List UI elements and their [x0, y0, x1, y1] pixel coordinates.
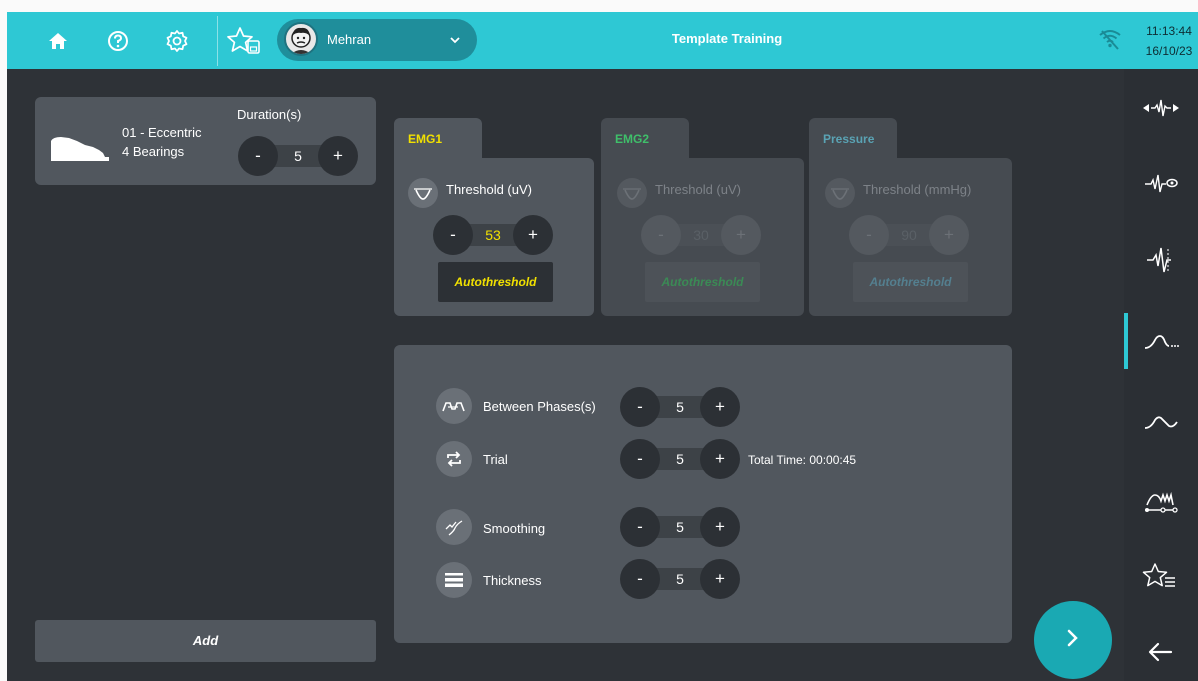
between-phases-stepper: - 5 +	[620, 387, 742, 427]
page-title: Template Training	[671, 31, 783, 46]
plus-button[interactable]: +	[513, 215, 553, 255]
threshold-label: Threshold (uV)	[446, 182, 532, 197]
curve-icon[interactable]	[1124, 395, 1198, 449]
home-icon[interactable]	[43, 12, 73, 69]
threshold-value: 53	[485, 227, 501, 243]
template-icon[interactable]	[1124, 315, 1198, 369]
emg2-threshold-stepper: - 30 +	[641, 215, 763, 255]
clock: 11:13:44 16/10/23	[1140, 21, 1198, 61]
wifi-off-icon	[1097, 26, 1123, 57]
autothreshold-button[interactable]: Autothreshold	[853, 262, 968, 302]
phase-subtitle: 4 Bearings	[122, 144, 185, 159]
help-icon[interactable]	[103, 12, 133, 69]
smoothing-label: Smoothing	[483, 521, 546, 536]
thickness-label: Thickness	[483, 573, 542, 588]
plus-button[interactable]: +	[721, 215, 761, 255]
autothreshold-button[interactable]: Autothreshold	[645, 262, 760, 302]
phase-card[interactable]: 01 - Eccentric 4 Bearings Duration(s) - …	[35, 97, 376, 185]
tab-emg1[interactable]: EMG1	[394, 118, 482, 162]
plus-button[interactable]: +	[700, 559, 740, 599]
threshold-label: Threshold (uV)	[655, 182, 741, 197]
date: 16/10/23	[1145, 44, 1193, 58]
add-button[interactable]: Add	[35, 620, 376, 662]
duration-value: 5	[294, 148, 302, 164]
divider	[217, 16, 218, 66]
threshold-value: 30	[693, 227, 709, 243]
pressure-threshold-stepper: - 90 +	[849, 215, 971, 255]
smoothing-stepper: - 5 +	[620, 507, 742, 547]
smoothing-icon	[436, 509, 472, 545]
settings-icon[interactable]	[162, 12, 192, 69]
plus-button[interactable]: +	[929, 215, 969, 255]
thickness-value: 5	[676, 571, 684, 587]
multi-phase-icon[interactable]	[1124, 475, 1198, 529]
pressure-panel: Threshold (mmHg) - 90 + Autothreshold	[809, 158, 1012, 316]
next-button[interactable]	[1034, 601, 1112, 679]
minus-button[interactable]: -	[620, 387, 660, 427]
thickness-stepper: - 5 +	[620, 559, 742, 599]
emg1-panel: Threshold (uV) - 53 + Autothreshold	[394, 158, 594, 316]
threshold-icon	[408, 178, 438, 208]
total-time: Total Time: 00:00:45	[748, 453, 857, 467]
between-phases-icon	[436, 388, 472, 424]
top-bar: Mehran Template Training 11:13:44 16/10/…	[7, 12, 1198, 69]
plus-button[interactable]: +	[700, 387, 740, 427]
emg1-threshold-stepper: - 53 +	[433, 215, 553, 255]
back-arrow-icon[interactable]	[1124, 625, 1198, 679]
user-name: Mehran	[327, 32, 372, 47]
duration-label: Duration(s)	[237, 107, 302, 122]
right-sidebar	[1124, 69, 1198, 681]
minus-button[interactable]: -	[620, 559, 660, 599]
emg-trigger-icon[interactable]	[1124, 81, 1198, 135]
minus-button[interactable]: -	[849, 215, 889, 255]
avatar	[284, 22, 318, 56]
threshold-icon	[825, 178, 855, 208]
tab-pressure[interactable]: Pressure	[809, 118, 897, 162]
phase-name: 01 - Eccentric	[122, 125, 202, 140]
between-phases-label: Between Phases(s)	[483, 399, 596, 414]
minus-button[interactable]: -	[620, 439, 660, 479]
favorites-list-icon[interactable]	[1124, 549, 1198, 603]
settings-panel: Between Phases(s) - 5 + Trial - 5 + Tota…	[394, 345, 1012, 643]
user-selector[interactable]: Mehran	[277, 19, 477, 61]
autothreshold-button[interactable]: Autothreshold	[438, 262, 553, 302]
threshold-value: 90	[901, 227, 917, 243]
plus-button[interactable]: +	[318, 136, 358, 176]
emg-monitor-icon[interactable]	[1124, 157, 1198, 211]
emg2-panel: Threshold (uV) - 30 + Autothreshold	[601, 158, 804, 316]
plus-button[interactable]: +	[700, 507, 740, 547]
phase-info: 01 - Eccentric 4 Bearings	[122, 123, 201, 161]
smoothing-value: 5	[676, 519, 684, 535]
favorite-save-icon[interactable]	[224, 12, 264, 69]
chevron-down-icon	[449, 33, 461, 51]
time: 11:13:44	[1146, 24, 1192, 38]
eccentric-profile-icon	[49, 135, 109, 166]
minus-button[interactable]: -	[238, 136, 278, 176]
plus-button[interactable]: +	[700, 439, 740, 479]
duration-stepper: - 5 +	[238, 136, 358, 176]
emg-signal-icon[interactable]	[1124, 233, 1198, 287]
tab-emg2[interactable]: EMG2	[601, 118, 689, 162]
thickness-icon	[436, 562, 472, 598]
trial-label: Trial	[483, 452, 508, 467]
repeat-icon	[436, 441, 472, 477]
minus-button[interactable]: -	[641, 215, 681, 255]
threshold-label: Threshold (mmHg)	[863, 182, 972, 197]
between-phases-value: 5	[676, 399, 684, 415]
minus-button[interactable]: -	[620, 507, 660, 547]
trial-stepper: - 5 +	[620, 439, 742, 479]
threshold-icon	[617, 178, 647, 208]
trial-value: 5	[676, 451, 684, 467]
minus-button[interactable]: -	[433, 215, 473, 255]
chevron-right-icon	[1065, 628, 1081, 653]
